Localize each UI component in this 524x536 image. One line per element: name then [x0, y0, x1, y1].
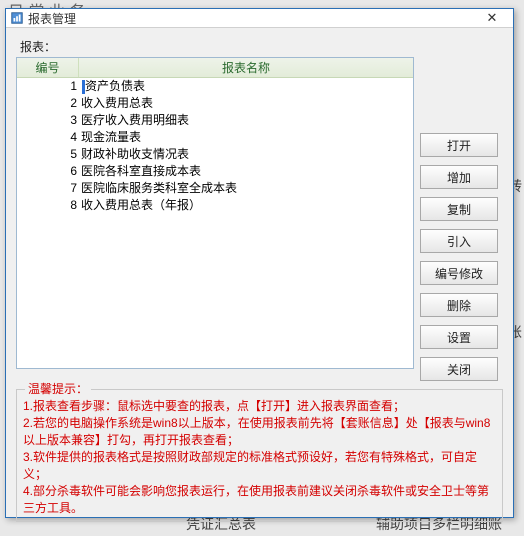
selection-cursor — [82, 80, 85, 94]
button-column: 打开 增加 复制 引入 编号修改 删除 设置 关闭 — [420, 57, 498, 381]
hints-legend: 温馨提示： — [25, 381, 91, 398]
table-row[interactable]: 1资产负债表 — [17, 78, 413, 95]
cell-id: 5 — [17, 146, 79, 163]
cell-id: 6 — [17, 163, 79, 180]
cell-name: 收入费用总表（年报） — [79, 197, 413, 214]
col-header-name: 报表名称 — [79, 58, 413, 77]
delete-button[interactable]: 删除 — [420, 293, 498, 317]
cell-name: 收入费用总表 — [79, 95, 413, 112]
cell-id: 1 — [17, 78, 79, 95]
table-row[interactable]: 5财政补助收支情况表 — [17, 146, 413, 163]
top-label: 报表： — [20, 38, 503, 55]
table-row[interactable]: 7医院临床服务类科室全成本表 — [17, 180, 413, 197]
import-button[interactable]: 引入 — [420, 229, 498, 253]
copy-button[interactable]: 复制 — [420, 197, 498, 221]
cell-name: 医院各科室直接成本表 — [79, 163, 413, 180]
table-row[interactable]: 6医院各科室直接成本表 — [17, 163, 413, 180]
hint-line-1: 1.报表查看步骤：鼠标选中要查的报表，点【打开】进入报表界面查看； — [23, 398, 496, 415]
open-button[interactable]: 打开 — [420, 133, 498, 157]
renumber-button[interactable]: 编号修改 — [420, 261, 498, 285]
report-table[interactable]: 编号 报表名称 1资产负债表2收入费用总表3医疗收入费用明细表4现金流量表5财政… — [16, 57, 414, 369]
table-header: 编号 报表名称 — [17, 58, 413, 78]
hints-box: 温馨提示： 1.报表查看步骤：鼠标选中要查的报表，点【打开】进入报表界面查看； … — [16, 389, 503, 522]
cell-name: 医院临床服务类科室全成本表 — [79, 180, 413, 197]
report-icon — [10, 11, 24, 25]
cell-id: 3 — [17, 112, 79, 129]
col-header-id: 编号 — [17, 58, 79, 77]
table-row[interactable]: 4现金流量表 — [17, 129, 413, 146]
settings-button[interactable]: 设置 — [420, 325, 498, 349]
cell-id: 7 — [17, 180, 79, 197]
close-button[interactable]: 关闭 — [420, 357, 498, 381]
dialog-title: 报表管理 — [28, 10, 76, 27]
report-manager-dialog: 报表管理 ✕ 报表： 编号 报表名称 1资产负债表2收入费用总表3医疗收入费用明… — [5, 8, 514, 518]
cell-name: 财政补助收支情况表 — [79, 146, 413, 163]
hint-line-4: 4.部分杀毒软件可能会影响您报表运行，在使用报表前建议关闭杀毒软件或安全卫士等第… — [23, 483, 496, 517]
cell-id: 2 — [17, 95, 79, 112]
cell-id: 8 — [17, 197, 79, 214]
cell-name: 资产负债表 — [79, 78, 413, 95]
hint-line-2: 2.若您的电脑操作系统是win8以上版本，在使用报表前先将【套账信息】处【报表与… — [23, 415, 496, 449]
titlebar[interactable]: 报表管理 ✕ — [6, 9, 513, 28]
cell-id: 4 — [17, 129, 79, 146]
add-button[interactable]: 增加 — [420, 165, 498, 189]
cell-name: 医疗收入费用明细表 — [79, 112, 413, 129]
table-row[interactable]: 8收入费用总表（年报） — [17, 197, 413, 214]
table-row[interactable]: 3医疗收入费用明细表 — [17, 112, 413, 129]
cell-name: 现金流量表 — [79, 129, 413, 146]
table-row[interactable]: 2收入费用总表 — [17, 95, 413, 112]
hint-line-3: 3.软件提供的报表格式是按照财政部规定的标准格式预设好，若您有特殊格式，可自定义… — [23, 449, 496, 483]
close-icon[interactable]: ✕ — [475, 9, 509, 27]
